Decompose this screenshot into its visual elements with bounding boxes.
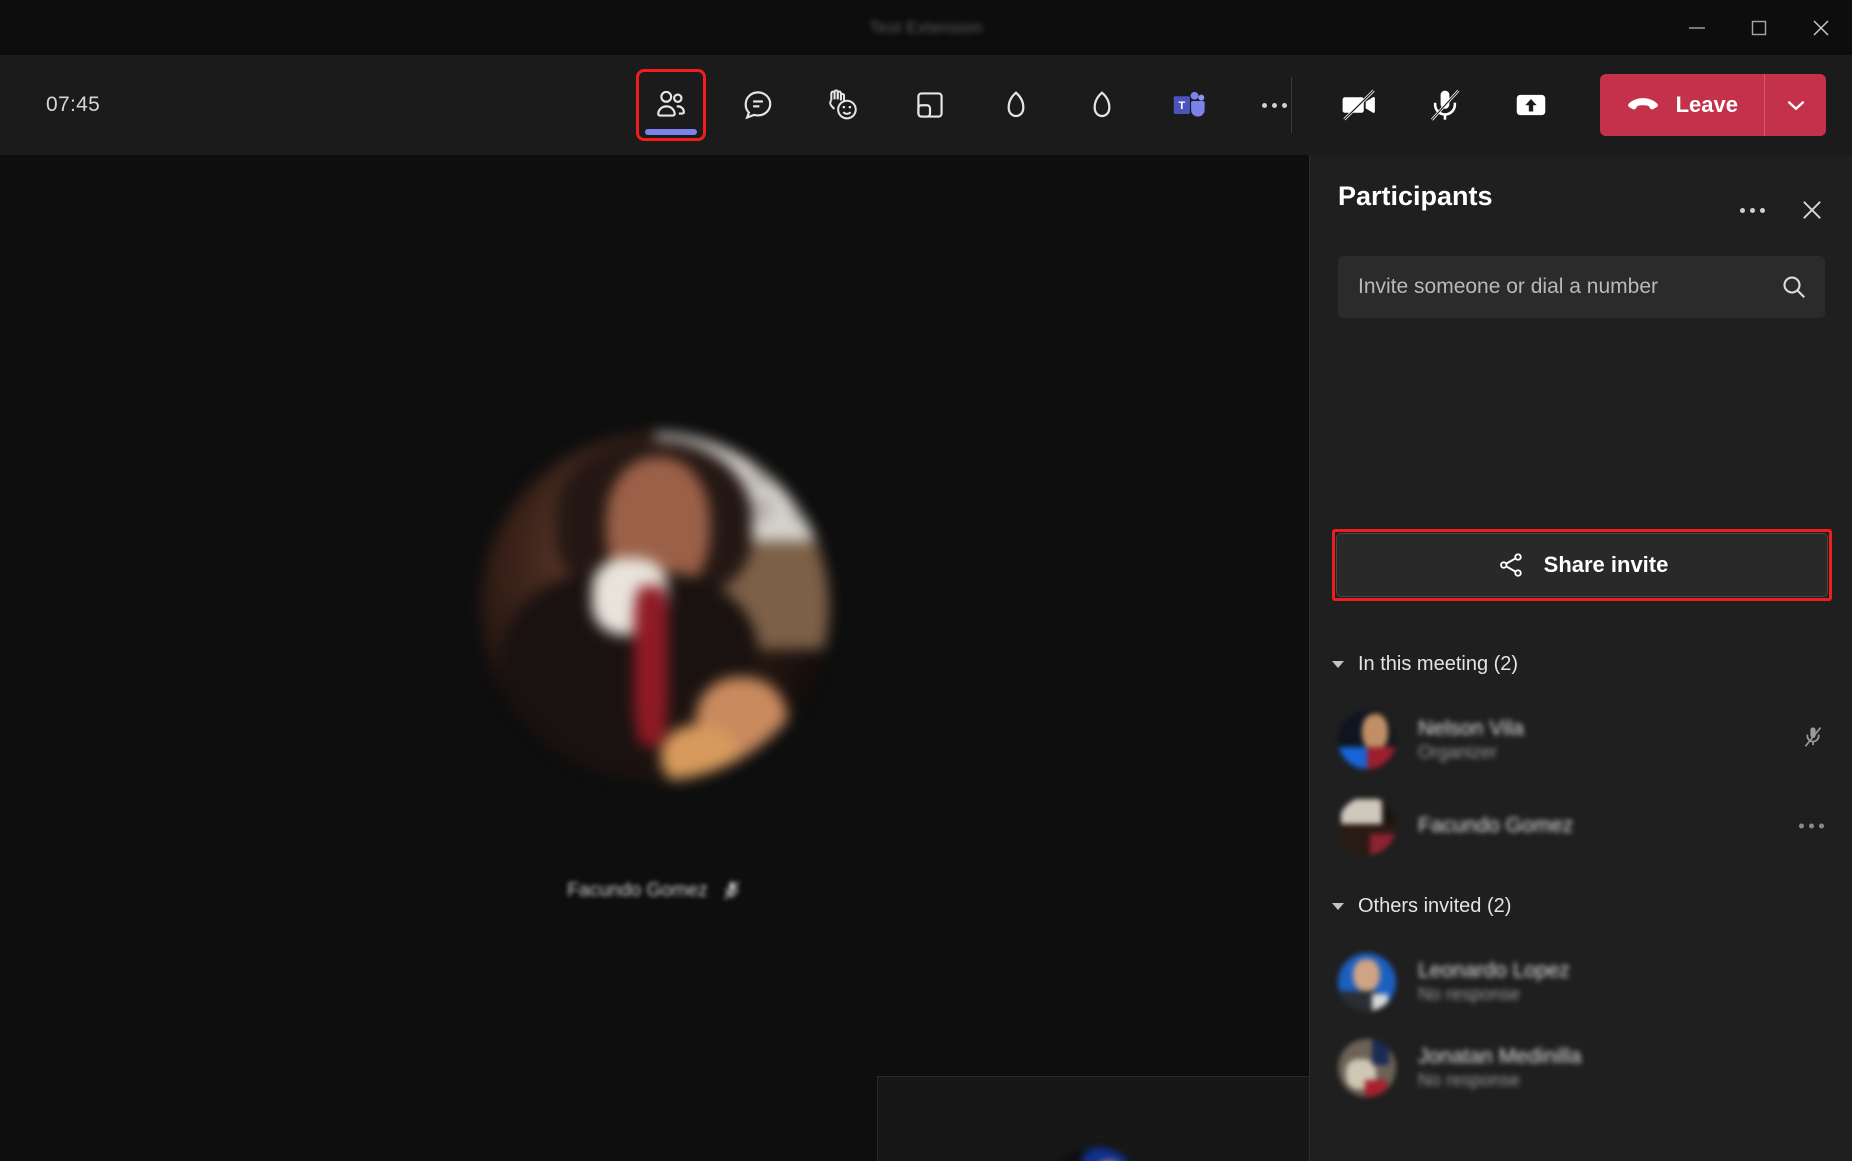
leave-button[interactable]: Leave (1599, 74, 1826, 136)
chevron-down-icon (1332, 902, 1344, 910)
participant-row[interactable]: Nelson Vila Organizer (1332, 697, 1832, 783)
search-input[interactable] (1338, 275, 1763, 299)
avatar (1338, 711, 1396, 769)
self-avatar (1043, 1146, 1144, 1161)
participant-name: Facundo Gomez (1418, 814, 1574, 838)
share-invite-button[interactable]: Share invite (1336, 533, 1828, 597)
leave-label: Leave (1675, 92, 1738, 117)
chevron-down-icon (1332, 660, 1344, 668)
toolbar-right-group: Leave (1267, 55, 1826, 155)
teams-meeting-window: Test Extension 07:45 T Leave Facundo Gom… (0, 0, 1852, 1161)
mic-toggle-button[interactable] (1414, 76, 1476, 134)
window-controls (1666, 0, 1852, 55)
rooms-button[interactable] (899, 76, 961, 134)
share-content-button[interactable] (1500, 76, 1562, 134)
people-button[interactable] (636, 69, 706, 141)
close-icon (1803, 201, 1821, 219)
mic-muted-icon (1804, 727, 1822, 747)
maximize-icon[interactable] (1728, 0, 1790, 55)
meeting-stage: Facundo Gomez (0, 155, 1309, 1161)
window-title: Test Extension (869, 17, 983, 37)
app-egg-2-button[interactable] (1071, 76, 1133, 134)
search-icon[interactable] (1763, 272, 1825, 302)
app-egg-button[interactable] (985, 76, 1047, 134)
participant-info: Jonatan Medinilla No response (1418, 1044, 1581, 1093)
avatar (1338, 1039, 1396, 1097)
participant-row[interactable]: Facundo Gomez (1332, 783, 1832, 869)
participant-status: No response (1418, 984, 1521, 1005)
close-icon[interactable] (1790, 0, 1852, 55)
title-bar: Test Extension (0, 0, 1852, 55)
participant-name: Leonardo Lopez (1418, 958, 1570, 982)
panel-close-button[interactable] (1795, 193, 1829, 227)
participant-row[interactable]: Jonatan Medinilla No response (1332, 1025, 1832, 1111)
participant-more-options-button[interactable] (1799, 823, 1824, 829)
invite-search-box[interactable] (1338, 256, 1825, 318)
participant-mic-state[interactable] (1802, 725, 1824, 756)
participants-panel-header: Participants (1310, 155, 1852, 245)
participant-info: Facundo Gomez (1418, 813, 1573, 839)
toolbar-divider (1290, 77, 1292, 133)
section-header[interactable]: Others invited (2) (1332, 889, 1832, 923)
avatar (1338, 797, 1396, 855)
section-in-this-meeting: In this meeting (2) Nelson Vila Organize… (1332, 647, 1832, 869)
section-title: Others invited (2) (1358, 894, 1512, 917)
main-participant-avatar (480, 433, 829, 781)
people-active-indicator (645, 129, 697, 135)
participant-name: Jonatan Medinilla (1418, 1044, 1582, 1068)
toolbar-center-group: T (627, 55, 1317, 155)
main-participant-caption: Facundo Gomez (567, 879, 741, 903)
reactions-button[interactable] (813, 76, 875, 134)
participants-panel: Participants Share (1309, 155, 1852, 1161)
chevron-down-icon (1787, 100, 1804, 111)
participant-name: Nelson Vila (1418, 716, 1524, 740)
participant-info: Leonardo Lopez No response (1418, 958, 1570, 1007)
hangup-icon (1627, 98, 1658, 110)
participant-status: No response (1418, 1070, 1521, 1091)
participant-status: Organizer (1418, 742, 1498, 763)
meeting-clock: 07:45 (46, 93, 101, 116)
panel-more-options-button[interactable] (1735, 193, 1769, 227)
section-others-invited: Others invited (2) Leonardo Lopez No res… (1332, 889, 1832, 1111)
main-participant-name: Facundo Gomez (567, 880, 708, 901)
share-invite-label: Share invite (1543, 552, 1669, 577)
participant-info: Nelson Vila Organizer (1418, 716, 1524, 765)
meeting-toolbar: 07:45 T Leave (0, 55, 1852, 155)
section-header[interactable]: In this meeting (2) (1332, 647, 1832, 681)
leave-main[interactable]: Leave (1600, 74, 1764, 136)
page-title: Participants (1338, 181, 1493, 211)
more-options-icon (1799, 823, 1824, 829)
share-icon (1499, 553, 1522, 577)
svg-text:T: T (1178, 100, 1185, 112)
more-options-icon (1739, 207, 1765, 213)
avatar (1338, 953, 1396, 1011)
self-video-tile[interactable] (877, 1076, 1309, 1161)
teams-button[interactable]: T (1157, 76, 1219, 134)
leave-dropdown-button[interactable] (1764, 74, 1826, 136)
panel-header-actions (1735, 193, 1829, 227)
camera-toggle-button[interactable] (1328, 76, 1390, 134)
minimize-icon[interactable] (1666, 0, 1728, 55)
chat-button[interactable] (727, 76, 789, 134)
mic-muted-icon (724, 881, 740, 900)
section-title: In this meeting (2) (1358, 652, 1519, 675)
main-video-tile[interactable]: Facundo Gomez (0, 155, 1309, 1161)
participant-row[interactable]: Leonardo Lopez No response (1332, 939, 1832, 1025)
